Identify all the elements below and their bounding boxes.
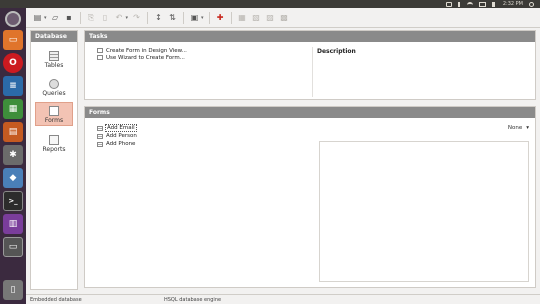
toolbar-separator [208, 11, 210, 24]
preview-mode-value: None [507, 125, 523, 131]
save-icon[interactable]: ▪ [64, 12, 75, 23]
settings-icon[interactable]: ✱ [3, 145, 23, 165]
task-list: Create Form in Design View... Use Wizard… [97, 47, 187, 61]
bluetooth-icon[interactable] [457, 1, 461, 7]
forms-icon [49, 106, 59, 116]
form-icon [97, 133, 103, 139]
display-icon[interactable]: ▭ [3, 237, 23, 257]
dash-icon[interactable] [5, 11, 21, 27]
db-item-label: Tables [44, 62, 64, 69]
db-item-label: Forms [44, 117, 64, 124]
new-dropdown-icon[interactable]: ▾ [44, 15, 47, 21]
queries-icon [49, 79, 59, 89]
chevron-down-icon: ▾ [526, 125, 529, 131]
tasks-divider [312, 47, 313, 97]
opera-icon[interactable]: O [3, 53, 23, 73]
database-header: Database [31, 31, 77, 42]
gear-icon[interactable] [529, 1, 534, 7]
toolbar: ▤ ▾ ▱ ▪ ⎘ ▯ ↶ ▾ ↷ ↕ ⇅ ▣ ▾ ✚ ▦ ▧ ▨ ▩ [26, 8, 540, 28]
new-document-icon[interactable]: ▤ [32, 12, 43, 23]
task-create-design-view[interactable]: Create Form in Design View... [97, 47, 187, 54]
preview-mode-select[interactable]: None ▾ [508, 125, 529, 131]
undo-dropdown-icon[interactable]: ▾ [126, 15, 129, 21]
status-database-type: Embedded database [30, 297, 82, 303]
launcher: ▭ O ≡ ▦ ▤ ✱ ◆ >_ ▥ ▭ ▯ [0, 8, 26, 304]
files-icon[interactable]: ▭ [3, 30, 23, 50]
form-item-label: Add Phone [106, 141, 136, 147]
base-icon[interactable]: ▥ [3, 214, 23, 234]
reports-icon [49, 135, 59, 145]
design-view-icon [97, 48, 103, 53]
clock[interactable]: 2:32 PM [503, 1, 523, 7]
open-icon[interactable]: ▱ [50, 12, 61, 23]
toolbar-separator [230, 11, 232, 24]
form-item-add-phone[interactable]: Add Phone [97, 140, 137, 148]
preview-box [319, 141, 529, 282]
form-item-label: Add Email [105, 124, 137, 132]
status-engine: HSQL database engine [164, 297, 222, 303]
edit-icon[interactable]: ▦ [237, 12, 248, 23]
task-label: Create Form in Design View... [106, 47, 187, 54]
db-item-queries[interactable]: Queries [35, 74, 73, 98]
status-bar: Embedded database HSQL database engine [26, 294, 540, 304]
database-panel: Database Tables Queries Forms Reports [30, 30, 78, 290]
db-item-forms[interactable]: Forms [35, 102, 73, 126]
redo-icon[interactable]: ↷ [131, 12, 142, 23]
form-icon[interactable]: ▣ [189, 12, 200, 23]
tasks-panel: Tasks Create Form in Design View... Use … [84, 30, 536, 100]
form-item-label: Add Person [106, 133, 137, 139]
task-use-wizard[interactable]: Use Wizard to Create Form... [97, 54, 187, 61]
db-item-label: Reports [42, 146, 66, 153]
forms-list: Add Email Add Person Add Phone [97, 124, 137, 148]
tables-icon [49, 51, 59, 61]
copy-icon[interactable]: ⎘ [86, 12, 97, 23]
sort-ascending-icon[interactable]: ↕ [153, 12, 164, 23]
task-label: Use Wizard to Create Form... [106, 54, 185, 61]
trash-icon[interactable]: ▯ [3, 280, 23, 300]
forms-panel: Forms Add Email Add Person Add Phone Non… [84, 106, 536, 288]
volume-icon[interactable] [491, 1, 497, 7]
form-item-add-email[interactable]: Add Email [97, 124, 137, 132]
toolbar-separator [79, 11, 81, 24]
wifi-icon[interactable] [466, 1, 473, 7]
form-item-add-person[interactable]: Add Person [97, 132, 137, 140]
battery-icon[interactable] [478, 1, 486, 7]
toolbar-separator [183, 11, 185, 24]
paste-icon[interactable]: ▯ [100, 12, 111, 23]
form-icon [97, 141, 103, 147]
cube-icon[interactable]: ◆ [3, 168, 23, 188]
description-title: Description [317, 48, 356, 55]
db-item-reports[interactable]: Reports [35, 130, 73, 154]
help-icon[interactable]: ✚ [215, 12, 226, 23]
sort-descending-icon[interactable]: ⇅ [167, 12, 178, 23]
toolbar-separator [147, 11, 149, 24]
form-icon [97, 125, 103, 131]
db-item-tables[interactable]: Tables [35, 46, 73, 70]
top-panel: 2:32 PM [0, 0, 540, 8]
delete-icon[interactable]: ▧ [251, 12, 262, 23]
mail-icon[interactable] [445, 1, 452, 7]
form-dropdown-icon[interactable]: ▾ [201, 15, 204, 21]
terminal-icon[interactable]: >_ [3, 191, 23, 211]
writer-icon[interactable]: ≡ [3, 76, 23, 96]
tasks-header: Tasks [85, 31, 535, 42]
calc-icon[interactable]: ▦ [3, 99, 23, 119]
db-item-label: Queries [42, 90, 66, 97]
wizard-icon [97, 55, 103, 60]
undo-icon[interactable]: ↶ [114, 12, 125, 23]
rename-icon[interactable]: ▨ [265, 12, 276, 23]
details-icon[interactable]: ▩ [279, 12, 290, 23]
forms-header: Forms [85, 107, 535, 118]
impress-icon[interactable]: ▤ [3, 122, 23, 142]
